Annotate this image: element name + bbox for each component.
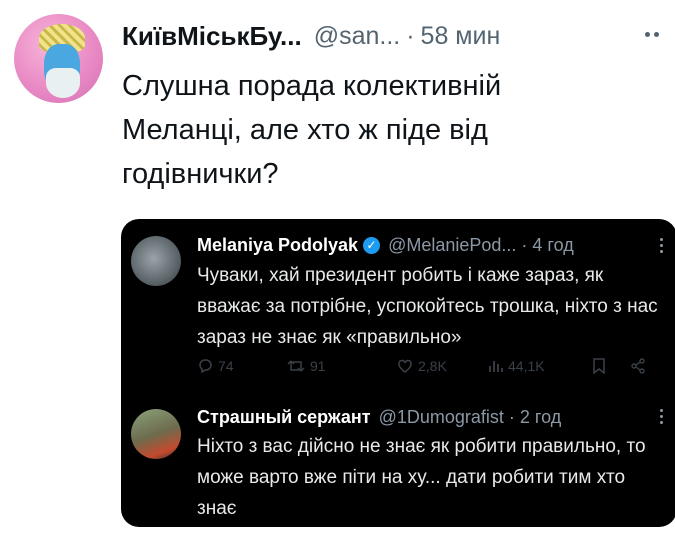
quoted-author-handle: @MelaniePod... [388, 234, 517, 255]
avatar-beard [46, 68, 80, 98]
separator-dot: · [521, 234, 528, 255]
reply-tweet-time: 2 год [519, 406, 562, 427]
heart-icon [398, 359, 412, 373]
reply-icon [199, 359, 212, 374]
quoted-screenshot[interactable]: Melaniya Podolyak ✓ @MelaniePod... · 4 г… [121, 219, 675, 527]
author-name[interactable]: КиївМіськБу... [122, 21, 302, 52]
quoted-action-bar: 74 91 2,8K 44,1K [197, 353, 657, 379]
reply-author-name: Страшный сержант [197, 406, 371, 427]
reply-more-icon [660, 409, 663, 424]
quoted-tweet-time: 4 год [532, 234, 574, 255]
reply-author-avatar [131, 409, 181, 459]
share-icon [631, 358, 645, 374]
repost-action: 91 [287, 358, 397, 374]
author-handle[interactable]: @san... [314, 22, 401, 51]
like-action: 2,8K [397, 358, 487, 374]
repost-count: 91 [310, 358, 326, 374]
separator-dot: · [508, 406, 515, 427]
views-count: 44,1K [508, 358, 545, 374]
quoted-tweet-text: Чуваки, хай президент робить і каже зара… [197, 265, 658, 348]
like-count: 2,8K [418, 358, 447, 374]
reply-count: 74 [218, 358, 234, 374]
reply-tweet-text: Ніхто з вас дійсно не знає як робити пра… [197, 436, 646, 519]
bookmark-icon [593, 358, 605, 374]
views-action: 44,1K [487, 358, 592, 374]
quoted-tweet-header: Melaniya Podolyak ✓ @MelaniePod... · 4 г… [197, 233, 667, 257]
more-options-icon[interactable] [645, 32, 659, 37]
author-avatar[interactable] [14, 14, 103, 103]
reply-author-handle: @1Dumografist [378, 406, 504, 427]
tweet-time[interactable]: 58 мин [421, 22, 501, 51]
quoted-more-icon [660, 238, 663, 253]
reply-tweet-header: Страшный сержант @1Dumografist · 2 год [197, 405, 667, 429]
tweet-header: КиївМіськБу... @san... · 58 мин [122, 18, 667, 54]
share-action [630, 358, 646, 374]
censor-blur [626, 464, 675, 499]
views-icon [489, 361, 503, 372]
bookmark-action [592, 358, 630, 374]
repost-icon [287, 360, 305, 372]
quoted-author-name: Melaniya Podolyak [197, 234, 359, 255]
quoted-author-avatar [131, 236, 181, 286]
reply-action: 74 [197, 358, 287, 374]
tweet-text: Слушна порада колективній Меланці, але х… [122, 70, 502, 190]
verified-badge-icon: ✓ [363, 236, 381, 254]
separator-dot: · [406, 21, 415, 50]
